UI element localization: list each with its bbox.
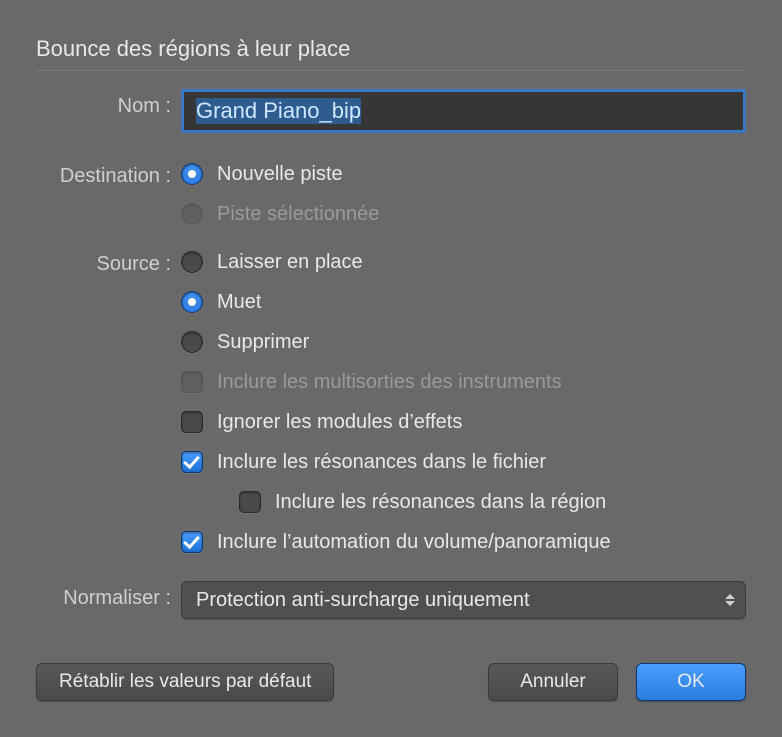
- checkbox-include-resonance-file-label: Inclure les résonances dans le fichier: [217, 451, 546, 474]
- name-input-wrapper[interactable]: [181, 89, 746, 133]
- radio-mute[interactable]: [181, 291, 203, 313]
- radio-delete[interactable]: [181, 331, 203, 353]
- checkbox-include-multioutputs-label: Inclure les multisorties des instruments: [217, 371, 562, 394]
- include-resonance-region-row[interactable]: Inclure les résonances dans la région: [239, 487, 746, 517]
- source-delete-row[interactable]: Supprimer: [181, 327, 746, 357]
- source-label: Source :: [36, 247, 181, 276]
- checkbox-include-automation-label: Inclure l’automation du volume/panoramiq…: [217, 531, 611, 554]
- cancel-button[interactable]: Annuler: [488, 663, 618, 701]
- checkbox-include-resonance-region[interactable]: [239, 491, 261, 513]
- checkbox-include-automation[interactable]: [181, 531, 203, 553]
- name-row: Nom :: [36, 89, 746, 151]
- include-resonance-file-row[interactable]: Inclure les résonances dans le fichier: [181, 447, 746, 477]
- name-label: Nom :: [36, 89, 181, 118]
- checkbox-ignore-effects-label: Ignorer les modules d’effets: [217, 411, 462, 434]
- divider: [36, 70, 746, 71]
- checkbox-ignore-effects[interactable]: [181, 411, 203, 433]
- source-leave-row[interactable]: Laisser en place: [181, 247, 746, 277]
- normalize-select[interactable]: Protection anti-surcharge uniquement: [181, 581, 746, 619]
- bounce-regions-dialog: Bounce des régions à leur place Nom : De…: [0, 0, 782, 729]
- radio-mute-label: Muet: [217, 291, 261, 314]
- normalize-row: Normaliser : Protection anti-surcharge u…: [36, 581, 746, 619]
- restore-defaults-button[interactable]: Rétablir les valeurs par défaut: [36, 663, 334, 701]
- normalize-label: Normaliser :: [36, 581, 181, 610]
- include-automation-row[interactable]: Inclure l’automation du volume/panoramiq…: [181, 527, 746, 557]
- radio-new-track-label: Nouvelle piste: [217, 163, 343, 186]
- checkbox-include-resonance-region-label: Inclure les résonances dans la région: [275, 491, 606, 514]
- radio-delete-label: Supprimer: [217, 331, 309, 354]
- dialog-title: Bounce des régions à leur place: [36, 36, 746, 62]
- radio-selected-track: [181, 203, 203, 225]
- source-row: Source : Laisser en place Muet Supprimer…: [36, 247, 746, 567]
- name-input[interactable]: [194, 97, 733, 125]
- radio-selected-track-label: Piste sélectionnée: [217, 203, 379, 226]
- destination-selected-track-row: Piste sélectionnée: [181, 199, 746, 229]
- radio-leave-in-place[interactable]: [181, 251, 203, 273]
- checkbox-include-multioutputs: [181, 371, 203, 393]
- checkbox-include-resonance-file[interactable]: [181, 451, 203, 473]
- destination-label: Destination :: [36, 159, 181, 188]
- destination-row: Destination : Nouvelle piste Piste sélec…: [36, 159, 746, 239]
- ignore-effect-modules-row[interactable]: Ignorer les modules d’effets: [181, 407, 746, 437]
- destination-new-track-row[interactable]: Nouvelle piste: [181, 159, 746, 189]
- radio-leave-in-place-label: Laisser en place: [217, 251, 363, 274]
- ok-button[interactable]: OK: [636, 663, 746, 701]
- updown-icon: [725, 594, 735, 606]
- source-mute-row[interactable]: Muet: [181, 287, 746, 317]
- include-multioutputs-row: Inclure les multisorties des instruments: [181, 367, 746, 397]
- normalize-select-value: Protection anti-surcharge uniquement: [196, 589, 530, 612]
- radio-new-track[interactable]: [181, 163, 203, 185]
- button-row: Rétablir les valeurs par défaut Annuler …: [36, 663, 746, 701]
